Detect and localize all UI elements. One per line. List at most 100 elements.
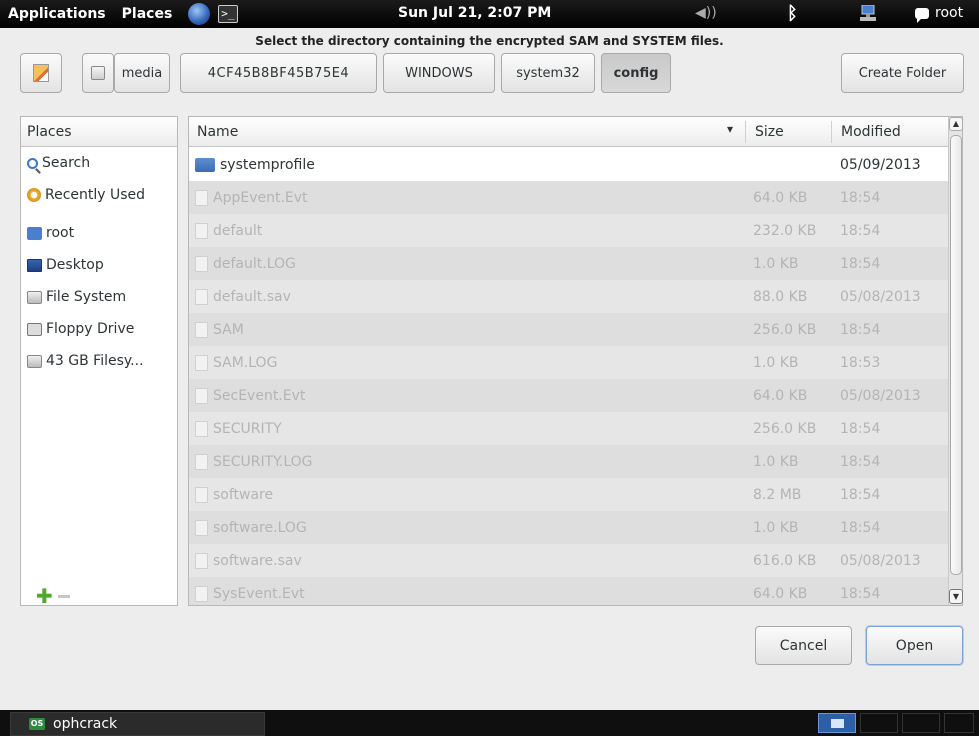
scroll-thumb[interactable]	[950, 135, 962, 575]
file-name-cell: SECURITY	[195, 420, 282, 437]
workspace-1[interactable]	[818, 713, 856, 733]
volume-muted-icon[interactable]: ◀))	[695, 5, 717, 21]
places-menu[interactable]: Places	[114, 6, 181, 22]
vertical-scrollbar[interactable]: ▲ ▼	[948, 117, 963, 605]
file-row[interactable]: default.LOG 1.0 KB 18:54	[189, 247, 949, 280]
place-root[interactable]: root	[21, 217, 177, 249]
terminal-launcher-icon[interactable]: >_	[218, 5, 239, 23]
taskbar-item-ophcrack[interactable]: OS ophcrack	[10, 712, 265, 736]
file-row[interactable]: SECURITY 256.0 KB 18:54	[189, 412, 949, 445]
file-modified: 05/08/2013	[840, 387, 921, 404]
file-name-cell: SECURITY.LOG	[195, 453, 313, 470]
workspace-3[interactable]	[902, 713, 940, 733]
sort-descending-icon[interactable]: ▾	[727, 122, 733, 136]
path-segment-windows[interactable]: WINDOWS	[383, 53, 495, 93]
file-row[interactable]: AppEvent.Evt 64.0 KB 18:54	[189, 181, 949, 214]
file-icon	[195, 552, 208, 569]
place-recently-used[interactable]: Recently Used	[21, 179, 177, 211]
web-browser-launcher-icon[interactable]	[188, 3, 211, 25]
file-name-cell: SAM.LOG	[195, 354, 278, 371]
file-row[interactable]: SAM.LOG 1.0 KB 18:53	[189, 346, 949, 379]
column-header-modified[interactable]: Modified	[841, 124, 901, 140]
place-floppy-drive[interactable]: Floppy Drive	[21, 313, 177, 345]
file-name-cell: default.LOG	[195, 255, 296, 272]
place-file-system[interactable]: File System	[21, 281, 177, 313]
file-modified: 18:54	[840, 189, 881, 206]
bluetooth-icon[interactable]: ᛒ	[787, 3, 798, 24]
bottom-panel: OS ophcrack	[0, 710, 979, 736]
file-icon	[195, 387, 208, 404]
file-row[interactable]: SAM 256.0 KB 18:54	[189, 313, 949, 346]
file-modified: 18:54	[840, 486, 881, 503]
workspace-4[interactable]	[944, 713, 974, 733]
file-row[interactable]: SECURITY.LOG 1.0 KB 18:54	[189, 445, 949, 478]
scroll-down-icon[interactable]: ▼	[949, 589, 963, 604]
add-bookmark-icon[interactable]: ✚	[36, 586, 53, 606]
file-name: SecEvent.Evt	[213, 387, 306, 404]
file-name-cell: default.sav	[195, 288, 291, 305]
file-size: 1.0 KB	[753, 255, 799, 272]
clock[interactable]: Sun Jul 21, 2:07 PM	[398, 5, 551, 21]
scroll-up-icon[interactable]: ▲	[949, 117, 963, 131]
workspace-2[interactable]	[860, 713, 898, 733]
user-name: root	[935, 5, 964, 21]
place-search[interactable]: Search	[21, 147, 177, 179]
file-row[interactable]: default 232.0 KB 18:54	[189, 214, 949, 247]
floppy-icon	[27, 322, 42, 336]
file-size: 64.0 KB	[753, 387, 808, 404]
file-modified: 18:54	[840, 255, 881, 272]
file-name: SAM.LOG	[213, 354, 278, 371]
file-name-cell: systemprofile	[195, 157, 315, 173]
file-chooser-dialog: Select the directory containing the encr…	[0, 28, 979, 710]
file-name-cell: SAM	[195, 321, 244, 338]
file-row[interactable]: default.sav 88.0 KB 05/08/2013	[189, 280, 949, 313]
file-modified: 05/08/2013	[840, 552, 921, 569]
ophcrack-icon: OS	[29, 718, 45, 730]
taskbar-item-label: ophcrack	[53, 716, 118, 732]
file-name: software.sav	[213, 552, 302, 569]
path-root-button[interactable]	[82, 53, 114, 93]
file-size: 256.0 KB	[753, 420, 817, 437]
file-name-cell: software.LOG	[195, 519, 307, 536]
folder-icon	[195, 157, 215, 172]
file-name: software.LOG	[213, 519, 307, 536]
file-modified: 18:54	[840, 585, 881, 602]
open-button[interactable]: Open	[866, 626, 963, 665]
file-row[interactable]: software 8.2 MB 18:54	[189, 478, 949, 511]
path-segment-system32[interactable]: system32	[501, 53, 595, 93]
column-divider[interactable]	[745, 121, 746, 143]
file-name: SysEvent.Evt	[213, 585, 305, 602]
network-icon[interactable]	[858, 5, 878, 22]
recently-used-icon	[27, 188, 41, 202]
file-icon	[195, 585, 208, 602]
place-43gb-filesystem[interactable]: 43 GB Filesy...	[21, 345, 177, 377]
applications-menu[interactable]: Applications	[0, 6, 114, 22]
create-folder-button[interactable]: Create Folder	[841, 53, 964, 93]
column-divider[interactable]	[831, 121, 832, 143]
file-row[interactable]: software.sav 616.0 KB 05/08/2013	[189, 544, 949, 577]
drive-icon	[27, 354, 42, 368]
file-row[interactable]: systemprofile 05/09/2013	[189, 148, 949, 181]
places-sidebar: Places Search Recently Used root Desktop…	[20, 116, 178, 606]
file-row[interactable]: software.LOG 1.0 KB 18:54	[189, 511, 949, 544]
user-menu[interactable]: root	[915, 5, 964, 23]
pencil-icon	[33, 64, 49, 82]
place-desktop[interactable]: Desktop	[21, 249, 177, 281]
file-name-cell: SecEvent.Evt	[195, 387, 306, 404]
remove-bookmark-icon[interactable]	[58, 595, 70, 598]
file-icon	[195, 354, 208, 371]
column-header-name[interactable]: Name	[197, 124, 238, 140]
places-header[interactable]: Places	[21, 117, 177, 147]
path-segment-drive[interactable]: 4CF45B8BF45B75E4	[180, 53, 377, 93]
column-header-size[interactable]: Size	[755, 124, 784, 140]
cancel-button[interactable]: Cancel	[755, 626, 852, 665]
file-size: 232.0 KB	[753, 222, 817, 239]
path-segment-config[interactable]: config	[601, 53, 671, 93]
path-segment-media[interactable]: media	[114, 53, 170, 93]
file-row[interactable]: SysEvent.Evt 64.0 KB 18:54	[189, 577, 949, 605]
file-row[interactable]: SecEvent.Evt 64.0 KB 05/08/2013	[189, 379, 949, 412]
type-location-button[interactable]	[20, 53, 62, 93]
file-size: 1.0 KB	[753, 519, 799, 536]
place-label: Floppy Drive	[46, 321, 135, 337]
file-list-header: Name ▾ Size Modified	[189, 117, 949, 147]
